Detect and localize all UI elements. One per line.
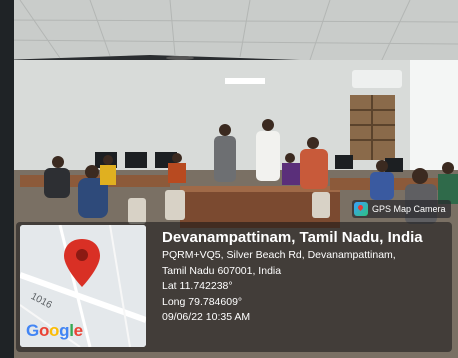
- google-logo: Google: [26, 321, 83, 340]
- gps-map-camera-badge: GPS Map Camera: [352, 200, 451, 218]
- location-title: Devanampattinam, Tamil Nadu, India: [162, 229, 423, 246]
- gps-map-camera-icon: [354, 202, 368, 216]
- location-info: Devanampattinam, Tamil Nadu, India PQRM+…: [162, 228, 423, 326]
- address-line-1: PQRM+VQ5, Silver Beach Rd, Devanampattin…: [162, 249, 396, 261]
- badge-label: GPS Map Camera: [372, 204, 446, 214]
- longitude: Long 79.784609°: [162, 295, 243, 308]
- date-time: 09/06/22 10:35 AM: [162, 311, 251, 323]
- latitude: Lat 11.742238°: [162, 280, 233, 292]
- map-thumbnail[interactable]: 1016 Google: [20, 225, 146, 347]
- address-line-2: Tamil Nadu 607001, India: [162, 264, 282, 277]
